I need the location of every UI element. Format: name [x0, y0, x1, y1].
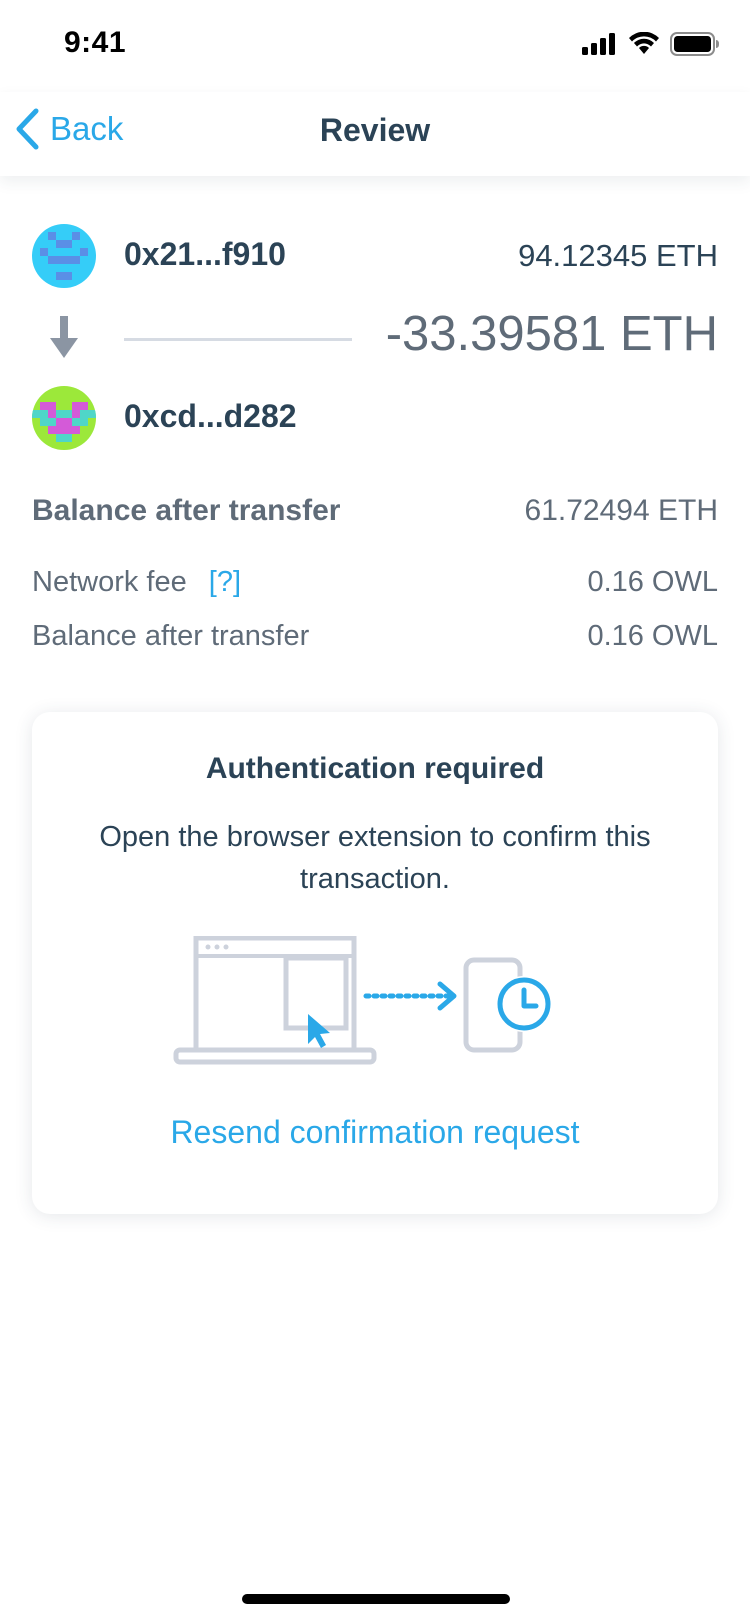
arrow-down-icon: [50, 316, 78, 358]
resend-confirmation-link[interactable]: Resend confirmation request: [32, 1114, 718, 1151]
wifi-icon: [629, 32, 659, 54]
transfer-amount: -33.39581 ETH: [385, 307, 718, 361]
balance-after-fee-row: Balance after transfer 0.16 OWL: [32, 620, 718, 653]
status-bar: 9:41: [0, 0, 750, 92]
network-fee-help-link[interactable]: [?]: [209, 566, 241, 598]
divider-line: [124, 338, 352, 341]
recipient-address: 0xcd...d282: [124, 398, 297, 434]
network-fee-label: Network fee: [32, 566, 187, 598]
sender-balance: 94.12345 ETH: [518, 238, 718, 273]
network-fee-row: Network fee [?] 0.16 OWL: [32, 566, 718, 599]
confirm-illustration: [173, 936, 552, 1065]
battery-icon: [670, 32, 719, 56]
laptop-icon: [173, 936, 377, 1065]
auth-card: Authentication required Open the browser…: [32, 712, 718, 1214]
status-time: 9:41: [64, 26, 127, 59]
sender-address: 0x21...f910: [124, 236, 286, 272]
balance-after-row: Balance after transfer 61.72494 ETH: [32, 494, 718, 528]
home-indicator: [242, 1594, 510, 1604]
recipient-avatar: [32, 386, 96, 450]
network-fee-value: 0.16 OWL: [587, 566, 718, 598]
balance-after-fee-label: Balance after transfer: [32, 620, 310, 652]
sender-avatar: [32, 224, 96, 288]
auth-card-title: Authentication required: [205, 752, 545, 785]
status-icons: [582, 32, 720, 56]
signal-icon: [582, 33, 615, 55]
clock-icon: [496, 976, 552, 1032]
identicon-green-magenta: [32, 386, 96, 450]
page-title: Review: [319, 112, 431, 148]
balance-after-label: Balance after transfer: [32, 494, 341, 527]
auth-card-body: Open the browser extension to confirm th…: [99, 821, 651, 895]
balance-after-value: 61.72494 ETH: [524, 494, 718, 527]
navigation-bar: Back Review: [0, 92, 750, 176]
dotted-arrow-icon: [363, 981, 457, 1011]
balance-after-fee-value: 0.16 OWL: [587, 620, 718, 652]
identicon-blue: [32, 224, 96, 288]
